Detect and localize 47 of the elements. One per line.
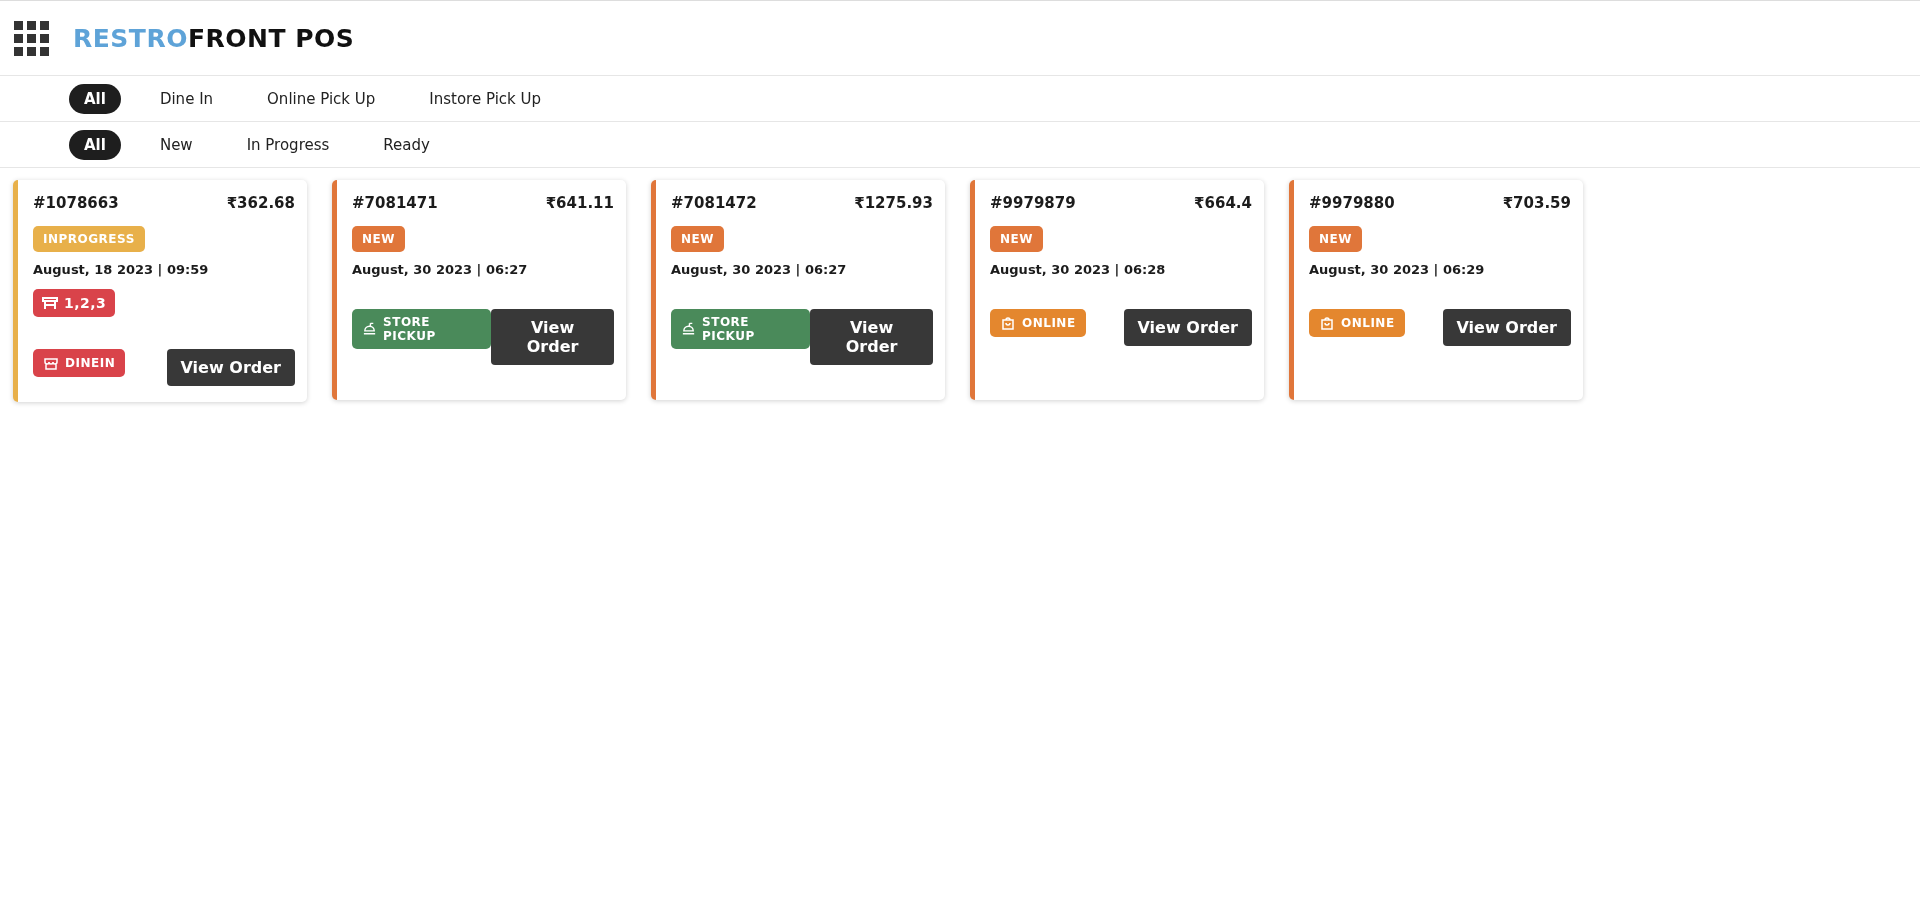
order-number: #9979880 [1309,194,1395,212]
order-amount: ₹641.11 [545,194,614,212]
table-icon [42,296,58,310]
order-datetime: August, 18 2023 | 09:59 [33,262,210,277]
status-badge: NEW [990,226,1043,252]
logo: RESTROFRONT POS [73,23,355,53]
filter-tab[interactable]: New [144,129,208,160]
shopping-bag-icon [1319,315,1335,331]
order-number: #9979879 [990,194,1076,212]
storefront-icon [43,355,59,371]
order-amount: ₹664.4 [1194,194,1252,212]
view-order-button[interactable]: View Order [810,309,933,365]
filter-tab[interactable]: In Progress [231,129,345,160]
food-tray-icon [681,321,697,337]
order-type-badge: ONLINE [1309,309,1405,337]
order-datetime: August, 30 2023 | 06:27 [671,262,848,277]
order-datetime: August, 30 2023 | 06:27 [352,262,529,277]
order-datetime: August, 30 2023 | 06:29 [1309,262,1486,277]
filter-tab[interactable]: Ready [368,129,445,160]
filter-tab[interactable]: Dine In [144,83,229,114]
filter-tab[interactable]: Instore Pick Up [414,83,557,114]
order-type-badge: ONLINE [990,309,1086,337]
order-type-badge: STORE PICKUP [352,309,492,349]
order-datetime: August, 30 2023 | 06:28 [990,262,1167,277]
status-badge: NEW [671,226,724,252]
view-order-button[interactable]: View Order [1123,309,1252,346]
order-number: #7081471 [352,194,438,212]
status-badge: NEW [352,226,405,252]
view-order-button[interactable]: View Order [166,349,295,386]
order-amount: ₹362.68 [226,194,295,212]
view-order-button[interactable]: View Order [1442,309,1571,346]
shopping-bag-icon [1000,315,1016,331]
filter-tab[interactable]: All [69,129,121,160]
food-tray-icon [362,321,378,337]
order-type-badge: DINEIN [33,349,126,377]
order-number: #1078663 [33,194,119,212]
order-amount: ₹703.59 [1502,194,1571,212]
filter-tab[interactable]: All [69,83,121,114]
filter-tab[interactable]: Online Pick Up [252,83,391,114]
order-amount: ₹1275.93 [854,194,933,212]
order-number: #7081472 [671,194,757,212]
view-order-button[interactable]: View Order [491,309,614,365]
table-badge: 1,2,3 [33,289,116,317]
status-badge: NEW [1309,226,1362,252]
app-grid-icon[interactable] [14,20,49,56]
status-badge: INPROGRESS [33,226,145,252]
order-type-badge: STORE PICKUP [671,309,811,349]
